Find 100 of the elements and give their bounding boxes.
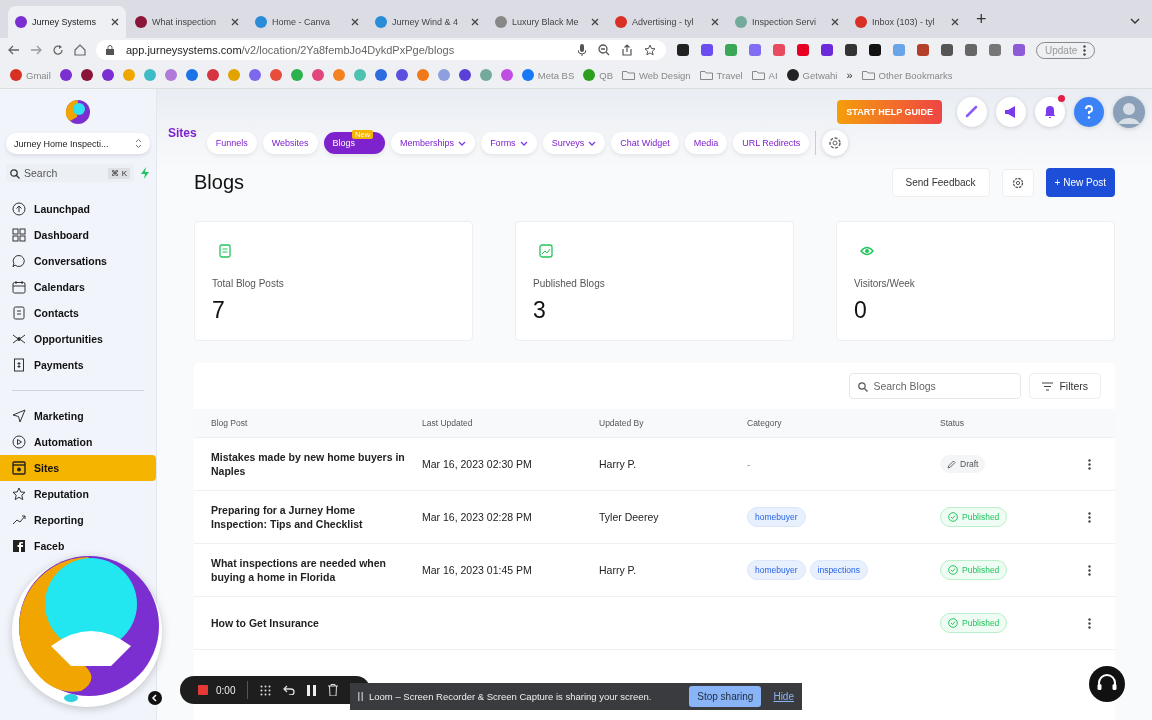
filters-button[interactable]: Filters bbox=[1029, 373, 1101, 399]
bookmark-icon[interactable] bbox=[458, 69, 471, 81]
more-icon[interactable] bbox=[1088, 617, 1091, 629]
more-bookmarks-button[interactable]: » bbox=[846, 69, 853, 81]
close-icon[interactable] bbox=[831, 18, 839, 26]
browser-tab[interactable]: Jurney Wind & 4 bbox=[368, 6, 486, 38]
grid-dots-icon[interactable] bbox=[260, 684, 272, 696]
browser-tab[interactable]: Luxury Black Me bbox=[488, 6, 606, 38]
bell-icon[interactable] bbox=[1035, 97, 1065, 127]
bookmark-icon[interactable] bbox=[269, 69, 282, 81]
column-header: Category bbox=[747, 418, 783, 428]
extension-icon[interactable] bbox=[844, 43, 858, 57]
upload-icon bbox=[12, 202, 26, 216]
megaphone-icon[interactable] bbox=[996, 97, 1026, 127]
extension-icon[interactable] bbox=[940, 43, 954, 57]
post-title[interactable]: How to Get Insurance bbox=[211, 616, 422, 630]
browser-tab[interactable]: Advertising - tyl bbox=[608, 6, 726, 38]
pause-icon[interactable] bbox=[307, 684, 317, 696]
more-icon[interactable] bbox=[1088, 458, 1091, 470]
post-title[interactable]: Mistakes made by new home buyers in Naples bbox=[211, 450, 422, 478]
nav-tab[interactable]: Memberships bbox=[391, 132, 476, 154]
collapse-icon[interactable] bbox=[148, 691, 162, 705]
sidebar-item[interactable]: Contacts bbox=[0, 300, 156, 326]
sidebar-item[interactable]: Reporting bbox=[0, 507, 156, 533]
sidebar-item[interactable]: Launchpad bbox=[0, 196, 156, 222]
hide-link[interactable]: Hide bbox=[773, 691, 794, 702]
close-icon[interactable] bbox=[591, 18, 599, 26]
bookmark-icon[interactable] bbox=[500, 69, 513, 81]
document-icon bbox=[218, 244, 232, 258]
share-icon[interactable] bbox=[622, 44, 632, 56]
sidebar-item[interactable]: Opportunities bbox=[0, 326, 156, 352]
eye-icon bbox=[860, 244, 874, 258]
more-icon[interactable] bbox=[1088, 564, 1091, 576]
search-icon bbox=[10, 169, 20, 179]
nav-tab[interactable]: Websites bbox=[262, 132, 318, 154]
microphone-icon[interactable] bbox=[578, 44, 586, 56]
bookmark-icon[interactable] bbox=[206, 69, 219, 81]
nav-tab[interactable]: Forms bbox=[481, 132, 537, 154]
bookmark-icon[interactable] bbox=[248, 69, 261, 81]
close-icon[interactable] bbox=[231, 18, 239, 26]
nav-tab[interactable]: Chat Widget bbox=[611, 132, 679, 154]
nav-tab[interactable]: Funnels bbox=[206, 132, 257, 154]
undo-icon[interactable] bbox=[283, 685, 296, 695]
home-icon[interactable] bbox=[74, 44, 86, 56]
stop-sharing-button[interactable]: Stop sharing bbox=[689, 686, 762, 707]
close-icon[interactable] bbox=[471, 18, 479, 26]
bookmark-icon[interactable] bbox=[101, 69, 114, 81]
back-icon[interactable] bbox=[8, 44, 20, 56]
column-header: Status bbox=[940, 418, 966, 428]
bookmark-icon[interactable] bbox=[311, 69, 324, 81]
close-icon[interactable] bbox=[951, 18, 959, 26]
nav-tab[interactable]: Media bbox=[684, 132, 728, 154]
zoom-icon[interactable] bbox=[598, 44, 610, 56]
extension-icon[interactable] bbox=[676, 43, 690, 57]
nav-tab[interactable]: Surveys bbox=[542, 132, 606, 154]
post-title[interactable]: What inspections are needed when buying a home in Florida bbox=[211, 556, 422, 584]
sidebar-item[interactable]: Sites bbox=[0, 455, 156, 481]
bookmark-icon[interactable] bbox=[395, 69, 408, 81]
browser-tab[interactable]: Inbox (103) - tyl bbox=[848, 6, 966, 38]
sidebar-item[interactable]: Marketing bbox=[0, 403, 156, 429]
more-icon[interactable] bbox=[1088, 511, 1091, 523]
close-icon[interactable] bbox=[711, 18, 719, 26]
browser-tab[interactable]: Home - Canva bbox=[248, 6, 366, 38]
star-icon[interactable] bbox=[644, 44, 656, 56]
close-icon[interactable] bbox=[351, 18, 359, 26]
extension-icon[interactable] bbox=[820, 43, 834, 57]
sidebar-item[interactable]: Automation bbox=[0, 429, 156, 455]
address-field[interactable]: app.jurneysystems.com/v2/location/2Ya8fembJo4DykdPxPge/blogs bbox=[96, 40, 666, 60]
new-post-button[interactable]: + New Post bbox=[1045, 168, 1115, 197]
headset-icon[interactable] bbox=[1089, 666, 1125, 702]
extension-icon[interactable] bbox=[868, 43, 882, 57]
sidebar-item[interactable]: Payments bbox=[0, 352, 156, 378]
sidebar-item[interactable]: Dashboard bbox=[0, 222, 156, 248]
sidebar-item[interactable]: Faceb bbox=[0, 533, 156, 559]
bookmark-icon[interactable] bbox=[80, 69, 93, 81]
column-header: Updated By bbox=[599, 418, 645, 428]
bookmark-icon[interactable] bbox=[185, 69, 198, 81]
browser-tab[interactable]: Inspection Servi bbox=[728, 6, 846, 38]
search-field[interactable]: Search Blogs bbox=[849, 373, 1022, 399]
feedback-button[interactable]: Send Feedback bbox=[891, 168, 990, 197]
close-icon[interactable] bbox=[111, 18, 119, 26]
settings-button[interactable] bbox=[1001, 168, 1034, 197]
post-title[interactable]: Preparing for a Jurney Home Inspection: Tips and Checklist bbox=[211, 503, 422, 531]
new-tab-button[interactable]: + bbox=[968, 9, 995, 38]
nav-tab[interactable]: URL Redirects bbox=[733, 132, 810, 154]
sidebar-item[interactable]: Reputation bbox=[0, 481, 156, 507]
account-switcher[interactable]: Jurney Home Inspecti... bbox=[6, 133, 150, 154]
bookmark-icon[interactable] bbox=[59, 69, 72, 81]
help-icon[interactable] bbox=[1074, 97, 1104, 127]
phone-icon[interactable] bbox=[957, 97, 987, 127]
settings-icon[interactable] bbox=[822, 130, 849, 156]
sidebar-item[interactable]: Calendars bbox=[0, 274, 156, 300]
sidebar-item[interactable]: Conversations bbox=[0, 248, 156, 274]
reload-icon[interactable] bbox=[52, 44, 64, 56]
browser-tab[interactable]: What inspection bbox=[128, 6, 246, 38]
chevron-down-icon[interactable] bbox=[1130, 18, 1140, 24]
browser-tab[interactable]: Jurney Systems bbox=[8, 6, 126, 38]
trash-icon[interactable] bbox=[328, 684, 339, 696]
bookmark-icon[interactable] bbox=[374, 69, 387, 81]
table-cell-text: Mar 16, 2023 02:30 PM bbox=[422, 458, 533, 470]
